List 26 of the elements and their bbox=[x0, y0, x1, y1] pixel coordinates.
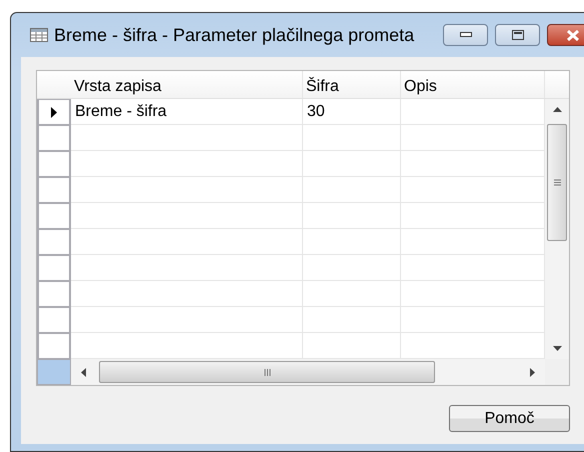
table-cell: 30 bbox=[303, 99, 401, 125]
scroll-right-icon[interactable] bbox=[530, 368, 535, 376]
column-header[interactable]: Opis bbox=[401, 71, 545, 98]
row-selector[interactable] bbox=[37, 99, 71, 125]
scroll-left-icon[interactable] bbox=[81, 368, 86, 376]
maximize-button[interactable] bbox=[495, 24, 540, 46]
window-title: Breme - šifra - Parameter plačilnega prometa bbox=[54, 24, 414, 46]
column-header[interactable]: Šifra bbox=[303, 71, 401, 98]
horizontal-scrollbar[interactable] bbox=[71, 359, 545, 385]
table-icon bbox=[30, 28, 48, 42]
scroll-up-icon[interactable] bbox=[552, 107, 562, 112]
maximize-icon bbox=[512, 30, 524, 40]
vertical-scrollbar[interactable] bbox=[545, 99, 569, 359]
scroll-down-icon[interactable] bbox=[552, 346, 562, 351]
grip-icon bbox=[554, 179, 560, 186]
column-header[interactable]: Vrsta zapisa bbox=[71, 71, 303, 98]
table-cell: Breme - šifra bbox=[71, 99, 303, 125]
scrollbar-thumb[interactable] bbox=[547, 124, 567, 241]
minimize-icon bbox=[460, 32, 472, 38]
minimize-button[interactable] bbox=[443, 24, 488, 46]
close-icon bbox=[566, 30, 580, 40]
help-button[interactable]: Pomoč bbox=[449, 405, 570, 432]
current-row-icon bbox=[51, 106, 57, 118]
scrollbar-thumb[interactable] bbox=[99, 361, 435, 383]
grip-icon bbox=[264, 368, 270, 376]
close-button[interactable] bbox=[547, 24, 584, 46]
